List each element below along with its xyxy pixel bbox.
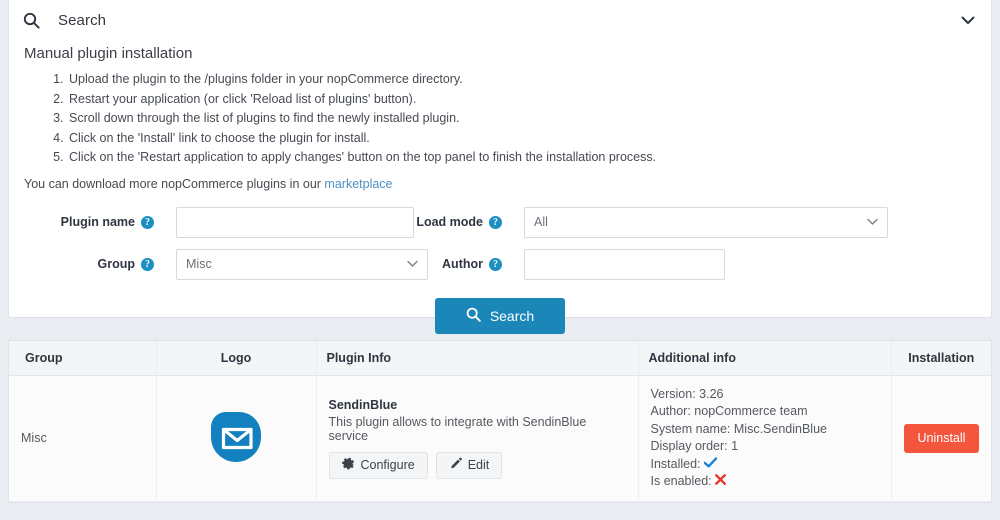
column-header-group: Group: [9, 341, 157, 376]
plugins-table: Group Logo Plugin Info Additional info I…: [9, 341, 991, 502]
load-mode-label-text: Load mode: [416, 215, 483, 230]
install-step: Click on the 'Restart application to app…: [67, 148, 977, 168]
plugin-name: SendinBlue: [328, 397, 398, 412]
cell-installation: Uninstall: [891, 375, 991, 502]
info-version-value: 3.26: [699, 386, 724, 401]
manual-install-steps: Upload the plugin to the /plugins folder…: [23, 70, 977, 168]
info-display-order: Display order: 1: [651, 438, 879, 456]
manual-install-heading: Manual plugin installation: [24, 45, 193, 62]
info-display-order-value: 1: [731, 439, 739, 453]
search-button-label: Search: [489, 307, 535, 324]
group-select[interactable]: Misc: [176, 248, 428, 280]
search-button-row: Search: [23, 297, 977, 334]
cell-plugin-info: SendinBlue This plugin allows to integra…: [316, 375, 639, 502]
column-header-plugin-info: Plugin Info: [316, 341, 639, 376]
info-installed-label: Installed:: [650, 456, 701, 471]
info-is-enabled: Is enabled:: [651, 473, 879, 491]
cell-logo: [156, 375, 317, 502]
marketplace-note-text: You can download more nopCommerce plugin…: [24, 176, 325, 191]
install-step: Click on the 'Install' link to choose th…: [67, 129, 977, 149]
search-icon: [466, 307, 481, 325]
plugin-description: This plugin allows to integrate with Sen…: [328, 414, 587, 443]
chevron-down-icon[interactable]: [959, 11, 977, 29]
group-field-wrap: Misc: [162, 248, 428, 280]
info-system-name: System name: Misc.SendinBlue: [651, 421, 879, 439]
search-panel-body: Manual plugin installation Upload the pl…: [9, 45, 991, 334]
marketplace-link[interactable]: marketplace: [324, 177, 392, 191]
column-header-logo: Logo: [156, 341, 317, 376]
search-panel: Search Manual plugin installation Upload…: [8, 0, 992, 334]
info-display-order-label: Display order:: [650, 439, 728, 453]
info-author-label: Author:: [650, 404, 691, 418]
author-field-wrap: [510, 248, 725, 280]
plugin-name-label: Plugin name ?: [23, 215, 162, 229]
search-form: Plugin name ? Load mode ? All Group ? Mi…: [23, 206, 977, 280]
search-panel-header[interactable]: Search: [9, 0, 991, 40]
group-label: Group ?: [23, 257, 162, 271]
search-button[interactable]: Search: [435, 297, 565, 334]
panel-title: Search: [58, 11, 107, 29]
load-mode-value: All: [534, 215, 548, 230]
info-author: Author: nopCommerce team: [651, 403, 879, 421]
info-installed: Installed:: [651, 456, 879, 474]
info-system-name-label: System name:: [650, 421, 731, 436]
column-header-additional-info: Additional info: [638, 341, 892, 376]
pencil-icon: [449, 457, 462, 473]
plugin-actions: Configure Edit: [328, 451, 626, 479]
group-label-text: Group: [97, 257, 136, 272]
chevron-down-icon: [407, 261, 418, 268]
author-label-text: Author: [442, 257, 483, 272]
check-icon: [703, 456, 718, 471]
results-panel: Group Logo Plugin Info Additional info I…: [8, 340, 992, 503]
load-mode-select[interactable]: All: [524, 206, 888, 238]
column-header-installation: Installation: [891, 341, 991, 376]
gear-icon: [341, 457, 355, 473]
plugin-name-input[interactable]: [176, 206, 414, 238]
cell-additional-info: Version: 3.26 Author: nopCommerce team S…: [638, 375, 892, 502]
install-step: Upload the plugin to the /plugins folder…: [67, 70, 977, 90]
info-is-enabled-label: Is enabled:: [650, 474, 712, 488]
plugin-name-label-text: Plugin name: [60, 215, 135, 230]
edit-button[interactable]: Edit: [435, 451, 503, 479]
configure-button[interactable]: Configure: [328, 451, 428, 479]
sendinblue-logo-icon: [208, 409, 264, 465]
load-mode-label: Load mode ?: [414, 215, 510, 229]
edit-button-label: Edit: [467, 458, 490, 472]
help-icon[interactable]: ?: [141, 215, 154, 229]
plugin-name-field-wrap: [162, 206, 414, 238]
search-icon: [23, 12, 40, 29]
install-step: Restart your application (or click 'Relo…: [67, 90, 977, 110]
help-icon[interactable]: ?: [489, 257, 502, 271]
info-version: Version: 3.26: [651, 386, 879, 404]
table-header-row: Group Logo Plugin Info Additional info I…: [9, 341, 991, 376]
info-system-name-value: Misc.SendinBlue: [733, 421, 827, 436]
author-label: Author ?: [414, 257, 510, 271]
uninstall-button[interactable]: Uninstall: [903, 423, 980, 453]
help-icon[interactable]: ?: [141, 257, 154, 271]
marketplace-note: You can download more nopCommerce plugin…: [24, 177, 977, 191]
cross-icon: [715, 474, 727, 488]
plugins-page: Search Manual plugin installation Upload…: [0, 0, 1000, 520]
cell-group: Misc: [9, 375, 157, 502]
info-version-label: Version:: [650, 386, 696, 401]
table-row: Misc SendinBlue This plugin allows to in…: [9, 375, 991, 502]
help-icon[interactable]: ?: [489, 215, 502, 229]
chevron-down-icon: [867, 219, 878, 226]
install-step: Scroll down through the list of plugins …: [67, 109, 977, 129]
info-author-value: nopCommerce team: [694, 404, 808, 418]
author-input[interactable]: [524, 248, 725, 280]
group-value: Misc: [186, 257, 212, 272]
configure-button-label: Configure: [360, 458, 415, 472]
load-mode-field-wrap: All: [510, 206, 888, 238]
additional-info-list: Version: 3.26 Author: nopCommerce team S…: [651, 386, 879, 491]
